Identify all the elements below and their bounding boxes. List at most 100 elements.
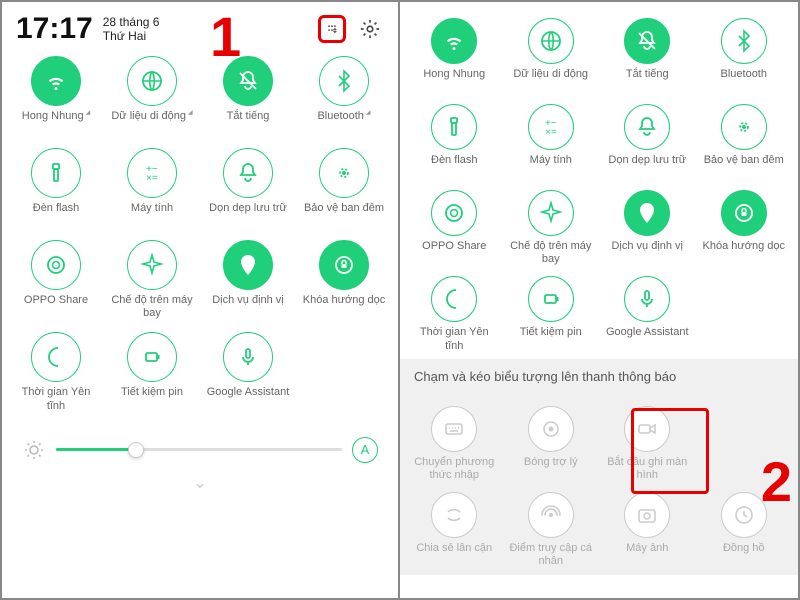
tile-location[interactable]: Dịch vụ định vị [200,238,296,326]
tile-camera[interactable]: Máy ảnh [599,490,696,574]
tile-wifi[interactable]: Hong Nhung [406,16,503,100]
tile-label: OPPO Share [422,240,486,266]
status-header: 17:17 28 tháng 6 Thứ Hai [2,2,398,52]
tile-label: Dọn dẹp lưu trữ [209,202,287,228]
location-icon[interactable] [624,190,670,236]
bell-icon[interactable] [223,148,273,198]
tile-label: Khóa hướng dọc [703,240,785,266]
tile-dot[interactable]: Bóng trợ lý [503,404,600,488]
tile-keyboard[interactable]: Chuyển phương thức nhập [406,404,503,488]
flashlight-icon[interactable] [31,148,81,198]
tile-globe[interactable]: Dữ liệu di động [503,16,600,100]
bluetooth-icon[interactable] [319,56,369,106]
auto-brightness-toggle[interactable]: A [352,437,378,463]
tile-location[interactable]: Dịch vụ định vị [599,188,696,272]
tile-bluetooth[interactable]: Bluetooth [696,16,793,100]
tile-calc[interactable]: Máy tính [503,102,600,186]
camera-icon[interactable] [624,492,670,538]
tile-label: Chế độ trên máy bay [108,294,196,320]
tile-airplane[interactable]: Chế độ trên máy bay [503,188,600,272]
tile-label: Thời gian Yên tĩnh [12,386,100,412]
tile-share[interactable]: OPPO Share [406,188,503,272]
tile-label: Chuyển phương thức nhập [410,456,498,482]
tile-label: Máy ảnh [626,542,668,568]
calc-icon[interactable] [127,148,177,198]
tile-moon[interactable]: Thời gian Yên tĩnh [8,330,104,418]
tiles-grid: Hong Nhung◢ Dữ liệu di động◢ Tắt tiếng Blue… [2,52,398,419]
globe-icon[interactable] [127,56,177,106]
battery-icon[interactable] [528,276,574,322]
moon-icon[interactable] [431,276,477,322]
tile-label: Tiết kiệm pin [520,326,582,352]
lock-rot-icon[interactable] [319,240,369,290]
tile-globe[interactable]: Dữ liệu di động◢ [104,54,200,142]
wifi-icon[interactable] [431,18,477,64]
tile-mic[interactable]: Google Assistant [599,274,696,358]
tile-share[interactable]: OPPO Share [8,238,104,326]
tile-label: Tắt tiếng [227,110,270,136]
mic-icon[interactable] [624,276,670,322]
tile-battery[interactable]: Tiết kiệm pin [104,330,200,418]
dot-icon[interactable] [528,406,574,452]
tiles-grid: Hong Nhung Dữ liệu di động Tắt tiếng Blueto… [400,2,798,359]
tile-near[interactable]: Chia sẻ lân cận [406,490,503,574]
tile-label: Khóa hướng dọc [303,294,385,320]
bell-off-icon[interactable] [624,18,670,64]
tile-label: Tiết kiệm pin [121,386,183,412]
tile-label: Máy tính [530,154,572,180]
annotation-1: 1 [210,4,241,69]
wifi-icon[interactable] [31,56,81,106]
tile-flashlight[interactable]: Đèn flash [406,102,503,186]
tile-airplane[interactable]: Chế độ trên máy bay [104,238,200,326]
tile-bell[interactable]: Dọn dẹp lưu trữ [200,146,296,234]
tile-night[interactable]: Bảo vệ ban đêm [296,146,392,234]
share-icon[interactable] [431,190,477,236]
tile-calc[interactable]: Máy tính [104,146,200,234]
tile-bell[interactable]: Dọn dẹp lưu trữ [599,102,696,186]
near-icon[interactable] [431,492,477,538]
keyboard-icon[interactable] [431,406,477,452]
tile-label: Dữ liệu di động◢ [111,110,192,136]
tile-label: Hong Nhung [423,68,485,94]
location-icon[interactable] [223,240,273,290]
tile-hotspot[interactable]: Điểm truy cập cá nhân [503,490,600,574]
available-tiles-grid: Chuyển phương thức nhậpBóng trợ lýBắt đầ… [400,390,798,575]
globe-icon[interactable] [528,18,574,64]
settings-button[interactable] [356,15,384,43]
tile-label: Tắt tiếng [626,68,669,94]
tile-label: Bluetooth◢ [317,110,370,136]
tile-mic[interactable]: Google Assistant [200,330,296,418]
tile-label: Google Assistant [207,386,290,412]
hotspot-icon[interactable] [528,492,574,538]
tile-bluetooth[interactable]: Bluetooth◢ [296,54,392,142]
tile-lock-rot[interactable]: Khóa hướng dọc [296,238,392,326]
tile-label: Đèn flash [33,202,79,228]
tile-label: Thời gian Yên tĩnh [410,326,498,352]
share-icon[interactable] [31,240,81,290]
brightness-slider-row: A [2,419,398,467]
edit-tiles-button[interactable] [318,15,346,43]
quick-settings-panel-step1: 17:17 28 tháng 6 Thứ Hai Hong Nhung◢ Dữ l… [2,2,400,598]
calc-icon[interactable] [528,104,574,150]
bluetooth-icon[interactable] [721,18,767,64]
tile-night[interactable]: Bảo vệ ban đêm [696,102,793,186]
tile-flashlight[interactable]: Đèn flash [8,146,104,234]
moon-icon[interactable] [31,332,81,382]
battery-icon[interactable] [127,332,177,382]
tile-moon[interactable]: Thời gian Yên tĩnh [406,274,503,358]
lock-rot-icon[interactable] [721,190,767,236]
tile-battery[interactable]: Tiết kiệm pin [503,274,600,358]
clock-icon[interactable] [721,492,767,538]
airplane-icon[interactable] [127,240,177,290]
drag-handle[interactable]: ⌄ [2,467,398,499]
tile-wifi[interactable]: Hong Nhung◢ [8,54,104,142]
mic-icon[interactable] [223,332,273,382]
night-icon[interactable] [721,104,767,150]
tile-bell-off[interactable]: Tắt tiếng [599,16,696,100]
tile-lock-rot[interactable]: Khóa hướng dọc [696,188,793,272]
flashlight-icon[interactable] [431,104,477,150]
night-icon[interactable] [319,148,369,198]
bell-icon[interactable] [624,104,670,150]
airplane-icon[interactable] [528,190,574,236]
brightness-slider[interactable] [56,448,342,451]
